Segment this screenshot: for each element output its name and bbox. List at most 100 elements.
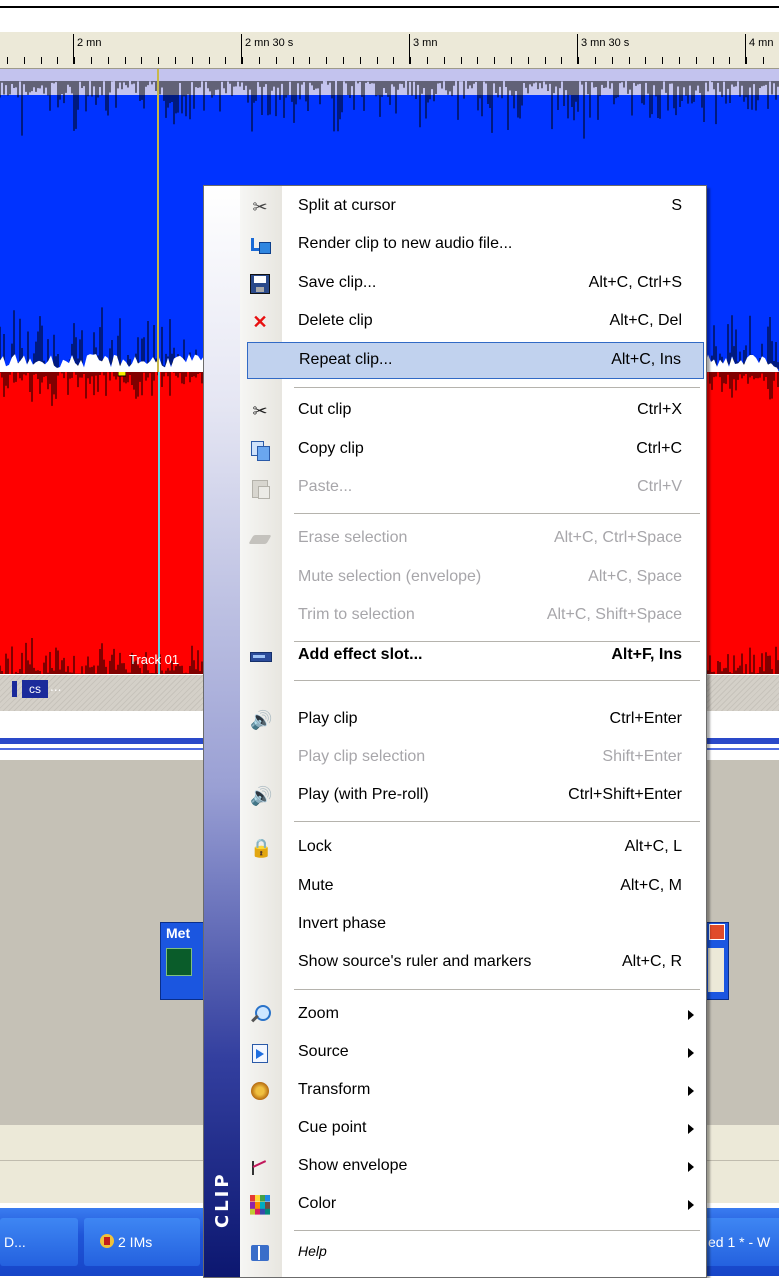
submenu-arrow-icon	[688, 1048, 694, 1058]
scissors-icon: ✂	[252, 401, 268, 421]
envelope-icon	[250, 1157, 270, 1177]
menu-item-erase-selection[interactable]: Erase selection Alt+C, Ctrl+Space	[240, 520, 706, 558]
menu-item-save-clip[interactable]: Save clip... Alt+C, Ctrl+S	[240, 265, 706, 303]
menu-item-label: Cue point	[298, 1119, 367, 1136]
ruler-minor-tick	[326, 57, 327, 64]
ruler-minor-tick	[612, 57, 613, 64]
clip-badge: cs	[22, 680, 48, 698]
ruler-minor-tick	[763, 57, 764, 64]
menu-item-label: Source	[298, 1043, 349, 1060]
menu-item-color[interactable]: Color	[240, 1186, 706, 1224]
ruler-label-4mn: 4 mn	[749, 37, 774, 49]
menu-item-shortcut: Ctrl+Shift+Enter	[568, 786, 682, 803]
menu-item-label: Render clip to new audio file...	[298, 235, 513, 252]
menu-item-help[interactable]: Help	[240, 1234, 706, 1272]
render-icon	[250, 235, 271, 255]
menu-item-shortcut: Alt+C, Ctrl+S	[588, 274, 682, 291]
menu-item-shortcut: Alt+C, Shift+Space	[546, 606, 682, 623]
color-palette-icon	[250, 1195, 270, 1215]
menu-item-lock[interactable]: 🔒 Lock Alt+C, L	[240, 829, 706, 867]
time-ruler[interactable]: 2 mn 2 mn 30 s 3 mn 3 mn 30 s 4 mn	[0, 32, 779, 69]
ruler-minor-tick	[74, 57, 75, 64]
menu-item-shortcut: Ctrl+V	[637, 478, 682, 495]
ruler-minor-tick	[561, 57, 562, 64]
menu-item-mute-selection[interactable]: Mute selection (envelope) Alt+C, Space	[240, 559, 706, 597]
menu-item-repeat-clip[interactable]: Repeat clip... Alt+C, Ins	[247, 342, 704, 379]
menu-item-shortcut: Alt+C, Ctrl+Space	[553, 529, 682, 546]
menu-separator	[294, 513, 700, 514]
menu-item-transform[interactable]: Transform	[240, 1072, 706, 1110]
ruler-minor-tick	[461, 57, 462, 64]
menu-item-source[interactable]: Source	[240, 1034, 706, 1072]
ruler-minor-tick	[24, 57, 25, 64]
menu-item-show-envelope[interactable]: Show envelope	[240, 1148, 706, 1186]
menu-item-label: Repeat clip...	[299, 351, 393, 368]
menu-item-label: Zoom	[298, 1005, 339, 1022]
menu-item-shortcut: S	[671, 197, 682, 214]
speaker-icon: 🔊	[250, 710, 273, 730]
menu-item-trim-selection[interactable]: Trim to selection Alt+C, Shift+Space	[240, 597, 706, 635]
ruler-minor-tick	[377, 57, 378, 64]
close-icon[interactable]	[709, 924, 725, 940]
play-cursor-lower	[158, 372, 160, 674]
menu-item-mute[interactable]: Mute Alt+C, M	[240, 868, 706, 906]
menu-item-delete-clip[interactable]: ✕ Delete clip Alt+C, Del	[240, 303, 706, 341]
taskbar-button-label: 2 IMs	[118, 1234, 153, 1250]
menu-item-add-effect-slot[interactable]: Add effect slot... Alt+F, Ins	[240, 632, 706, 678]
meter-icon[interactable]	[166, 948, 192, 976]
ruler-minor-tick	[696, 57, 697, 64]
eraser-icon	[250, 529, 270, 549]
submenu-arrow-icon	[688, 1124, 694, 1134]
taskbar-button-1[interactable]: D...	[0, 1218, 78, 1266]
taskbar-button-3[interactable]: ed 1 * - W	[704, 1218, 779, 1266]
play-cursor[interactable]	[157, 69, 159, 372]
menu-item-zoom[interactable]: Zoom	[240, 996, 706, 1034]
ruler-label-3mn: 3 mn	[413, 37, 438, 49]
menu-item-invert-phase[interactable]: Invert phase	[240, 906, 706, 944]
ruler-minor-tick	[158, 57, 159, 64]
ruler-minor-tick	[276, 57, 277, 64]
menu-separator	[294, 989, 700, 990]
menu-item-label: Mute	[298, 877, 334, 894]
menu-item-shortcut: Alt+C, Ins	[611, 351, 681, 368]
menu-item-shortcut: Ctrl+Enter	[609, 710, 682, 727]
menu-item-paste[interactable]: Paste... Ctrl+V	[240, 469, 706, 507]
taskbar-button-label: ed 1 * - W	[708, 1234, 771, 1250]
ruler-minor-tick	[746, 57, 747, 64]
menu-item-show-source-ruler[interactable]: Show source's ruler and markers Alt+C, R	[240, 944, 706, 982]
menu-item-label: Mute selection (envelope)	[298, 568, 482, 585]
menu-item-render-clip[interactable]: Render clip to new audio file...	[240, 226, 706, 264]
split-icon: ✂	[252, 197, 268, 217]
ruler-minor-tick	[192, 57, 193, 64]
delete-icon: ✕	[252, 312, 268, 332]
menu-item-shortcut: Alt+C, M	[620, 877, 682, 894]
submenu-arrow-icon	[688, 1162, 694, 1172]
menu-item-copy-clip[interactable]: Copy clip Ctrl+C	[240, 431, 706, 469]
transform-icon	[250, 1081, 270, 1101]
ruler-minor-tick	[679, 57, 680, 64]
clip-more-text: ...	[50, 680, 62, 694]
submenu-arrow-icon	[688, 1200, 694, 1210]
menu-item-split-at-cursor[interactable]: ✂ Split at cursor S	[240, 188, 706, 226]
taskbar-button-aim[interactable]: 2 IMs	[84, 1218, 200, 1266]
menu-item-play-clip-selection[interactable]: Play clip selection Shift+Enter	[240, 739, 706, 777]
menu-item-cut-clip[interactable]: ✂ Cut clip Ctrl+X	[240, 392, 706, 430]
ruler-minor-tick	[595, 57, 596, 64]
ruler-minor-tick	[545, 57, 546, 64]
menu-item-label: Play clip	[298, 710, 358, 727]
menu-item-label: Paste...	[298, 478, 353, 495]
ruler-minor-tick	[91, 57, 92, 64]
ruler-minor-tick	[528, 57, 529, 64]
help-book-icon	[250, 1243, 270, 1263]
menu-item-play-preroll[interactable]: 🔊 Play (with Pre-roll) Ctrl+Shift+Enter	[240, 777, 706, 815]
menu-item-play-clip[interactable]: 🔊 Play clip Ctrl+Enter	[240, 701, 706, 739]
menu-item-label: Save clip...	[298, 274, 377, 291]
menu-item-label: Split at cursor	[298, 197, 396, 214]
ruler-minor-tick	[729, 57, 730, 64]
ruler-minor-tick	[444, 57, 445, 64]
ruler-minor-tick	[141, 57, 142, 64]
ruler-label-2mn: 2 mn	[77, 37, 102, 49]
menu-item-shortcut: Shift+Enter	[602, 748, 682, 765]
menu-item-cue-point[interactable]: Cue point	[240, 1110, 706, 1148]
effect-slot-icon	[250, 646, 272, 666]
